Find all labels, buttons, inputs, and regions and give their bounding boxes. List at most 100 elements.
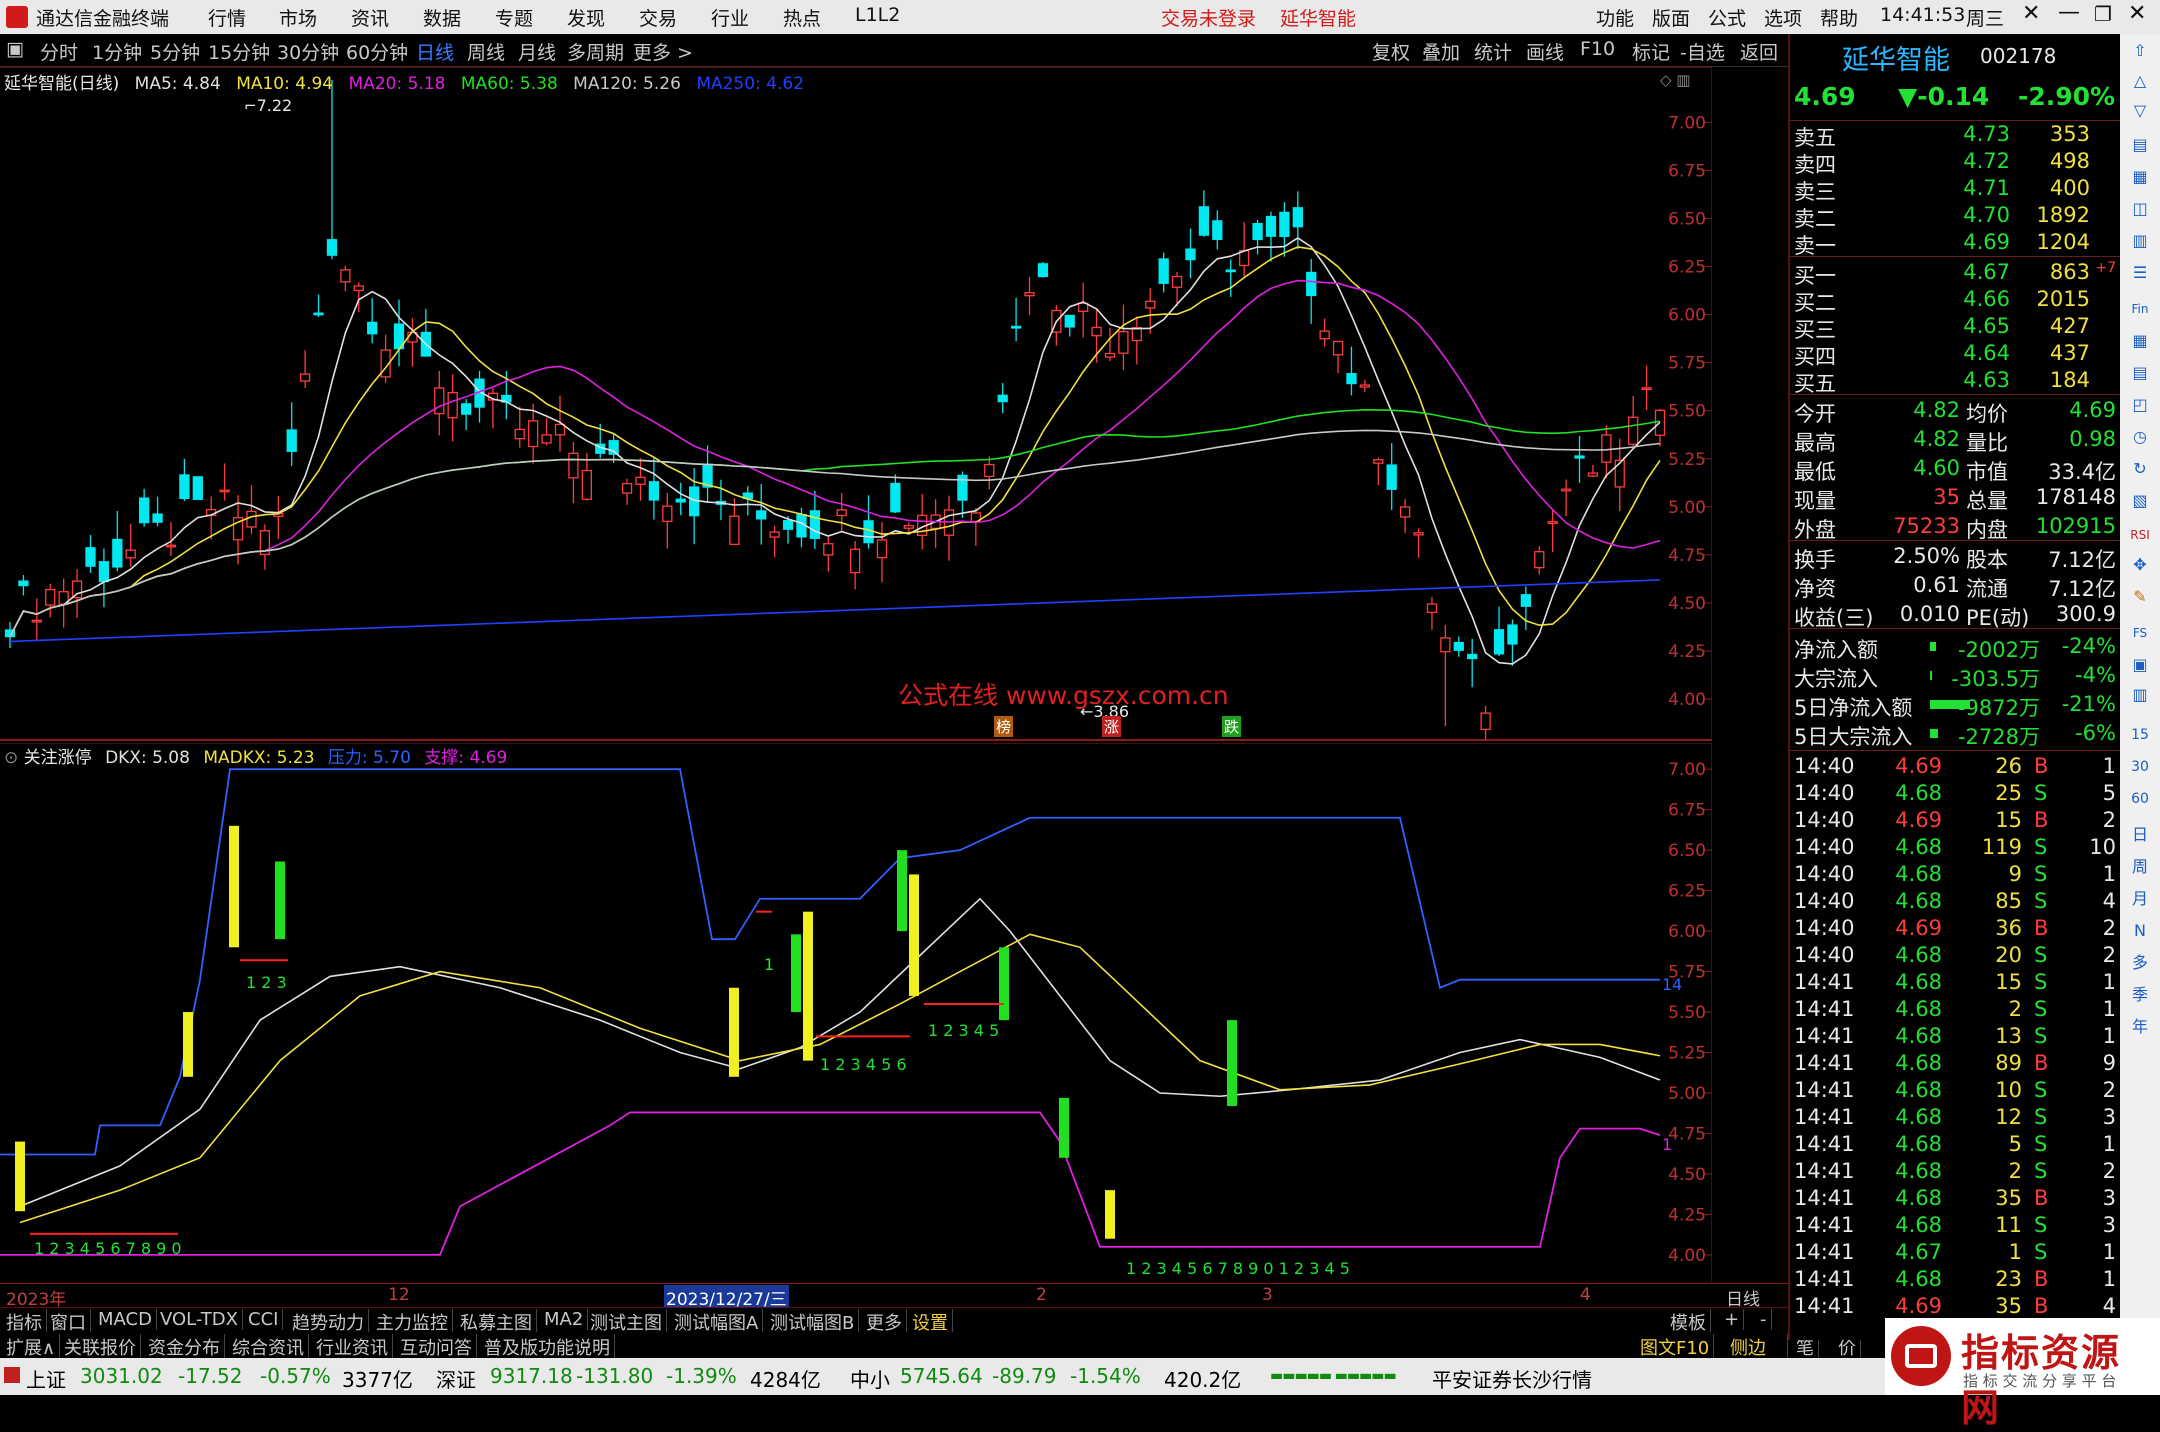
sh-name[interactable]: 上证 [26,1364,66,1393]
period-60-icon[interactable]: 60 [2128,788,2152,810]
indicator-chart[interactable]: 7.00 6.75 6.50 6.25 6.00 5.75 5.50 5.25 5.00 4.75… [0,742,1713,1283]
chart-icon[interactable]: ◫ [2128,198,2152,220]
close-icon[interactable]: ✕ [2022,1,2040,26]
period-60min[interactable]: 60分钟 [346,38,408,65]
tab-zonghe[interactable]: 综合资讯 [228,1334,309,1360]
arrow-up-icon[interactable]: ⇧ [2128,40,2152,62]
period-multi[interactable]: 多周期 [567,38,624,65]
tab-kuozhan[interactable]: 扩展∧ [2,1334,61,1360]
grid-icon[interactable]: ▦ [2128,166,2152,188]
btn-f10[interactable]: F10 [1580,38,1615,60]
cycle-icon[interactable]: ↻ [2128,458,2152,480]
rsi-icon[interactable]: RSI [2128,524,2152,546]
tick-price: 4.67 [1895,1240,1942,1264]
candle-body [45,588,56,606]
collapse-icon[interactable]: ⊙ [4,748,18,768]
period-season-icon[interactable]: 季 [2128,984,2152,1006]
tab-hudong[interactable]: 互动问答 [396,1334,477,1360]
minimize-icon[interactable]: — [2058,0,2080,25]
doc-icon[interactable]: ▤ [2128,362,2152,384]
period-week-icon[interactable]: 周 [2128,856,2152,878]
period-weekly[interactable]: 周线 [467,38,505,65]
stat-value: 0.010 [1899,602,1960,626]
zx-name[interactable]: 中小 [850,1364,890,1393]
period-30-icon[interactable]: 30 [2128,756,2152,778]
period-1min[interactable]: 1分钟 [92,38,142,65]
menu-redian[interactable]: 热点 [783,4,821,31]
menu-hangye[interactable]: 行业 [711,4,749,31]
chart-corner-icon[interactable]: ◇ ▥ [1660,71,1690,89]
btn-diejia[interactable]: 叠加 [1422,38,1460,65]
main-kline-chart[interactable]: 7.00 6.75 6.50 6.25 6.00 5.75 5.50 5.25 5.00 4.75… [0,66,1713,741]
restore-icon[interactable]: ❐ [2094,2,2112,26]
period-multi-icon[interactable]: 多 [2128,952,2152,974]
period-daily[interactable]: 日线 [416,38,454,65]
menu-faxian[interactable]: 发现 [567,4,605,31]
tick-time: 14:41 [1794,1267,1855,1291]
period-5min[interactable]: 5分钟 [150,38,200,65]
fin-icon[interactable]: Fin [2128,298,2152,320]
layout-icon[interactable]: ▥ [2128,684,2152,706]
tab-zijin[interactable]: 资金分布 [144,1334,225,1360]
list-icon[interactable]: ☰ [2128,262,2152,284]
sz-name[interactable]: 深证 [436,1364,476,1393]
move-icon[interactable]: ✥ [2128,554,2152,576]
btn-biaoji[interactable]: 标记 [1632,38,1670,65]
menu-zhuanti[interactable]: 专题 [495,4,533,31]
btn-huaxian[interactable]: 画线 [1526,38,1564,65]
bid-label: 买四 [1794,345,1836,369]
tab-tuwen-f10[interactable]: 图文F10 [1636,1334,1715,1360]
kline-icon[interactable]: ▤ [2128,134,2152,156]
btn-tongji[interactable]: 统计 [1474,38,1512,65]
tab-macd[interactable]: MACD [94,1309,157,1330]
y-tick-label: 5.00 [1668,498,1706,518]
menu-shuju[interactable]: 数据 [423,4,461,31]
login-status[interactable]: 交易未登录 [1161,4,1256,31]
table-icon[interactable]: ▦ [2128,330,2152,352]
period-settings-icon[interactable]: ▣ [6,38,24,60]
arrow-up-small-icon[interactable]: △ [2128,70,2152,92]
menu-shichang[interactable]: 市场 [279,4,317,31]
close-window-icon[interactable]: ✕ [2128,1,2146,26]
tab-add[interactable]: + [1720,1309,1745,1330]
menu-xuanxiang[interactable]: 选项 [1764,4,1802,31]
menu-zixun[interactable]: 资讯 [351,4,389,31]
tick-time: 14:40 [1794,781,1855,805]
fs-icon[interactable]: ◰ [2128,394,2152,416]
period-30min[interactable]: 30分钟 [277,38,339,65]
period-15-icon[interactable]: 15 [2128,724,2152,746]
tab-hangye[interactable]: 行业资讯 [312,1334,393,1360]
period-year-icon[interactable]: 年 [2128,1016,2152,1038]
menu-banmian[interactable]: 版面 [1652,4,1690,31]
window-icon[interactable]: ▣ [2128,654,2152,676]
menu-gongneng[interactable]: 功能 [1596,4,1634,31]
menu-gongshi[interactable]: 公式 [1708,4,1746,31]
period-more[interactable]: 更多 > [633,38,693,65]
menu-hangqing[interactable]: 行情 [208,4,246,31]
tab-remove[interactable]: - [1756,1309,1772,1330]
fs-text-icon[interactable]: FS [2128,622,2152,644]
period-monthly[interactable]: 月线 [518,38,556,65]
btn-fuquan[interactable]: 复权 [1372,38,1410,65]
tab-ma2[interactable]: MA2 [540,1309,589,1330]
tab-vol-tdx[interactable]: VOL-TDX [156,1309,243,1330]
tab-guanlian[interactable]: 关联报价 [60,1334,141,1360]
btn-fanhui[interactable]: 返回 [1740,38,1778,65]
tab-puji[interactable]: 普及版功能说明 [480,1334,615,1360]
bars-icon[interactable]: ▧ [2128,490,2152,512]
period-month-icon[interactable]: 月 [2128,888,2152,910]
clock-icon[interactable]: ◷ [2128,426,2152,448]
period-15min[interactable]: 15分钟 [208,38,270,65]
period-fenshi[interactable]: 分时 [40,38,78,65]
pen-icon[interactable]: ✎ [2128,586,2152,608]
y-tick-label: 4.50 [1668,1165,1706,1185]
btn-zixuan[interactable]: -自选 [1680,38,1725,65]
period-n-icon[interactable]: N [2128,920,2152,942]
menu-l1l2[interactable]: L1L2 [855,4,900,26]
arrow-down-icon[interactable]: ▽ [2128,100,2152,122]
menu-bangzhu[interactable]: 帮助 [1820,4,1858,31]
tab-cci[interactable]: CCI [244,1309,284,1330]
candle-icon[interactable]: ▥ [2128,230,2152,252]
menu-jiaoyi[interactable]: 交易 [639,4,677,31]
period-day-icon[interactable]: 日 [2128,824,2152,846]
